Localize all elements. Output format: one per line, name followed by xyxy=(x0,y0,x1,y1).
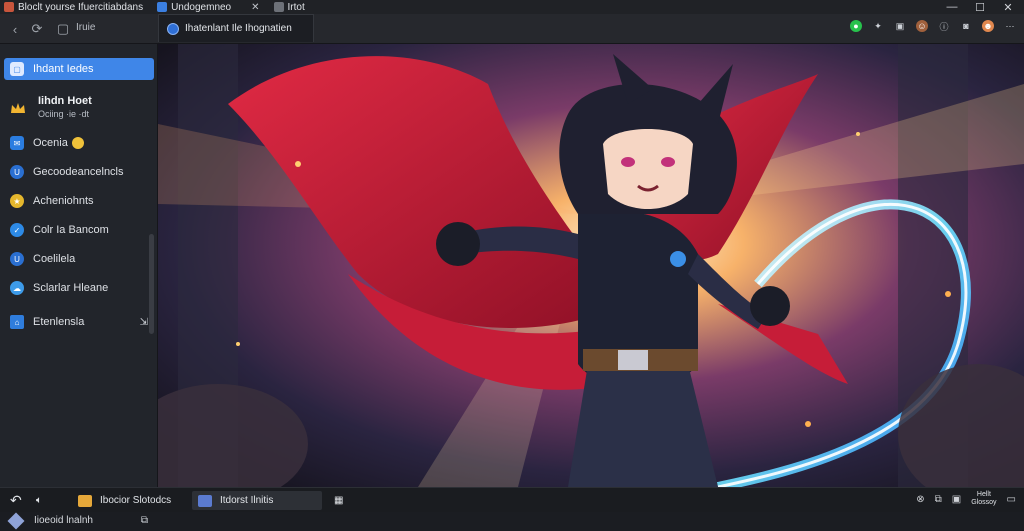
close-button[interactable]: ✕ xyxy=(994,0,1022,14)
sidebar-item-achievements[interactable]: ★ Acheniohnts xyxy=(4,190,154,212)
sidebar: ▢ Ihdant Iedes Iihdn Hoet Ociing ·ie ·dt… xyxy=(0,44,158,529)
gem-icon xyxy=(7,512,25,529)
sidebar-item-label: Ocenia xyxy=(33,137,68,149)
clock-time: Hellt xyxy=(976,491,991,498)
sidebar-item-gecoode[interactable]: U Gecoodeancelncls xyxy=(4,161,154,183)
sidebar-item-label: Colr Ia Bancom xyxy=(33,224,109,236)
refresh-icon[interactable]: ⟳ xyxy=(28,20,46,38)
taskbar-item-1[interactable]: Ibocior Slotodcs xyxy=(72,491,177,510)
shield-icon: U xyxy=(10,165,24,179)
tab-favicon xyxy=(167,22,179,35)
sidebar-item-etenlensla[interactable]: ⌂ Etenlensla ⇲ xyxy=(4,311,154,333)
window-tab-3[interactable]: Irtot xyxy=(270,0,309,14)
shield-icon: U xyxy=(10,252,24,266)
info-icon[interactable]: ⓘ xyxy=(938,20,950,32)
sync-icon[interactable]: ⧉ xyxy=(935,494,942,505)
expand-icon[interactable]: ⇲ xyxy=(140,317,148,328)
sidebar-item-ocenia[interactable]: ✉ Ocenia xyxy=(4,132,154,154)
task-label: Itdorst Ilnitis xyxy=(220,495,274,506)
back-icon[interactable]: ↶ xyxy=(4,491,28,510)
app-icon xyxy=(157,2,168,12)
cloud-icon: ☁ xyxy=(10,281,24,295)
extension-icon[interactable]: ✦ xyxy=(872,20,884,32)
sidebar-item-sclarlar[interactable]: ☁ Sclarlar Hleane xyxy=(4,277,154,299)
minimize-button[interactable]: — xyxy=(938,0,966,14)
artwork-view xyxy=(158,44,1024,487)
sidebar-item-label: Acheniohnts xyxy=(33,195,94,207)
settings-icon[interactable]: ▣ xyxy=(952,494,961,505)
sidebar-scrollbar[interactable] xyxy=(149,234,154,334)
window-icon[interactable]: ▢ xyxy=(54,20,72,38)
notification-icon[interactable]: ▭ xyxy=(1007,494,1016,505)
close-tab-icon[interactable]: ✕ xyxy=(251,2,259,13)
sidebar-item-colr[interactable]: ✓ Colr Ia Bancom xyxy=(4,219,154,241)
mail-icon: ✉ xyxy=(10,136,24,150)
window-tab-1[interactable]: Bloclt yourse Ifuercitiabdans xyxy=(0,0,147,14)
footer-settings-icon[interactable]: ⧉ xyxy=(141,515,148,526)
crown-icon xyxy=(10,101,26,117)
app-icon xyxy=(4,2,14,12)
address-text[interactable]: Iruie xyxy=(76,22,95,33)
toolbar-icons: ● ✦ ▣ ☺ ⓘ ◙ ☻ ⋯ xyxy=(850,20,1016,32)
system-tray: ⊗ ⧉ ▣ Hellt Glossoy ▭ xyxy=(916,491,1016,507)
sidebar-item-label: Coelilela xyxy=(33,253,76,265)
home-icon: ⌂ xyxy=(10,315,24,329)
footer-label: Iioeoid lnalnh xyxy=(34,515,93,526)
maximize-button[interactable]: ☐ xyxy=(966,0,994,14)
sidebar-item-coelilela[interactable]: U Coelilela xyxy=(4,248,154,270)
sidebar-item-label: Etenlensla xyxy=(33,316,85,328)
status-online-icon[interactable]: ● xyxy=(850,20,862,32)
emoji-icon xyxy=(71,137,84,149)
clock-date: Glossoy xyxy=(971,499,997,506)
network-icon[interactable]: ⊗ xyxy=(916,494,924,505)
taskbar-item-2[interactable]: Itdorst Ilnitis xyxy=(192,491,322,510)
window-tab-label: Bloclt yourse Ifuercitiabdans xyxy=(18,1,144,13)
sidebar-item-label: Gecoodeancelncls xyxy=(33,166,124,178)
volume-icon[interactable]: 🔈︎ xyxy=(30,491,48,510)
taskbar: ↶ 🔈︎ Ibocior Slotodcs Itdorst Ilnitis ▦ … xyxy=(0,487,1024,512)
sidebar-item-label: Ihdant Iedes xyxy=(33,63,94,75)
star-icon: ★ xyxy=(10,194,24,208)
window-tab-2[interactable]: Undogemneo ✕ xyxy=(153,0,263,14)
sidebar-footer[interactable]: Iioeoid lnalnh ⧉ xyxy=(0,510,158,531)
folder-icon xyxy=(78,494,92,507)
sidebar-item-main[interactable]: ▢ Ihdant Iedes xyxy=(4,58,154,80)
camera-icon[interactable]: ◙ xyxy=(960,20,972,32)
window-icon: ▢ xyxy=(10,62,24,76)
profile-subtitle: Ociing ·ie ·dt xyxy=(38,109,90,119)
clock[interactable]: Hellt Glossoy xyxy=(971,491,996,507)
window-tab-label: Undogemneo xyxy=(171,1,232,13)
active-tab-label: Ihatenlant Ile Ihognatien xyxy=(185,23,292,34)
back-icon[interactable]: ‹ xyxy=(6,20,24,38)
grid-icon[interactable]: ▦ xyxy=(328,491,349,510)
avatar[interactable]: ☺ xyxy=(916,20,928,32)
task-label: Ibocior Slotodcs xyxy=(100,495,172,506)
image-icon[interactable]: ▣ xyxy=(894,20,906,32)
window-tab-label: Irtot xyxy=(287,1,305,13)
anime-artwork-image xyxy=(158,44,1024,487)
app-icon xyxy=(273,2,284,12)
profile-avatar[interactable]: ☻ xyxy=(982,20,994,32)
sidebar-item-label: Sclarlar Hleane xyxy=(33,282,109,294)
menu-icon[interactable]: ⋯ xyxy=(1004,20,1016,32)
title-bar: Bloclt yourse Ifuercitiabdans Undogemneo… xyxy=(0,0,1024,14)
profile-name: Iihdn Hoet xyxy=(38,95,92,107)
bird-icon: ✓ xyxy=(10,223,24,237)
window-icon xyxy=(198,494,212,507)
active-content-tab[interactable]: Ihatenlant Ile Ihognatien xyxy=(158,14,314,42)
